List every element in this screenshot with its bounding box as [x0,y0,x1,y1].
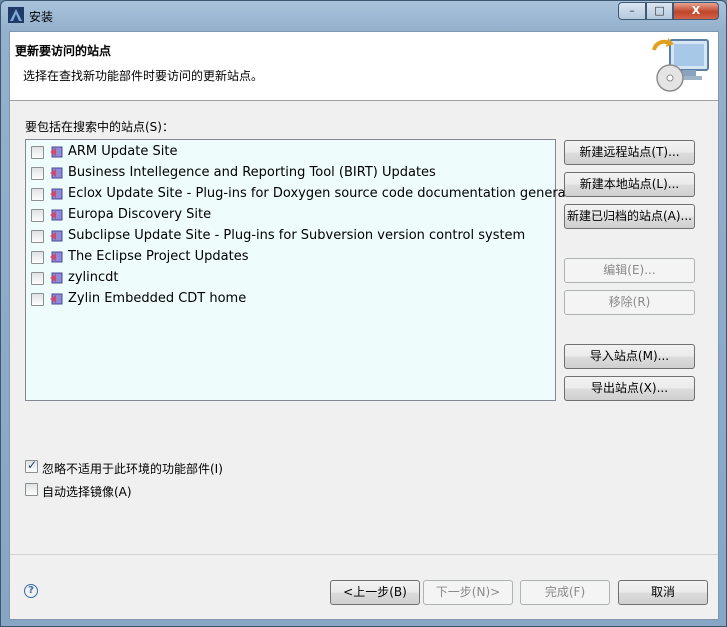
cancel-button[interactable]: 取消 [618,580,708,605]
site-row-zylin-embedded[interactable]: Zylin Embedded CDT home [31,290,551,308]
new-remote-site-button[interactable]: 新建远程站点(T)... [564,140,695,165]
site-name: zylincdt [68,270,119,285]
site-row-europa[interactable]: Europa Discovery Site [31,206,551,224]
site-name: Subclipse Update Site - Plug-ins for Sub… [68,228,526,243]
update-sites-list[interactable]: ARM Update Site Business Intellegence an… [25,139,584,401]
site-checkbox[interactable] [31,167,44,180]
close-button[interactable]: X [673,2,719,20]
site-checkbox[interactable] [31,188,44,201]
back-button[interactable]: <上一步(B) [330,580,420,605]
site-name: The Eclipse Project Updates [68,249,249,264]
site-name: Europa Discovery Site [68,207,212,222]
site-checkbox[interactable] [31,251,44,264]
ignore-features-label: 忽略不适用于此环境的功能部件(I) [42,462,223,476]
finish-button[interactable]: 完成(F) [520,580,610,605]
help-icon[interactable]: ? [24,584,38,598]
wizard-header: 更新要访问的站点 选择在查找新功能部件时要访问的更新站点。 [10,32,718,101]
page-title: 更新要访问的站点 [15,44,112,58]
update-site-icon [50,293,63,305]
install-wizard-graphic-icon [652,38,709,92]
site-name: Eclox Update Site - Plug-ins for Doxygen… [68,186,585,201]
site-row-zylincdt[interactable]: zylincdt [31,269,551,287]
update-site-icon [50,272,63,284]
update-site-icon [50,209,63,221]
window-title: 安装 [29,10,54,24]
eclipse-app-icon [8,7,24,23]
site-checkbox[interactable] [31,230,44,243]
sites-label: 要包括在搜索中的站点(S)： [25,120,174,134]
new-archived-site-button[interactable]: 新建已归档的站点(A)... [564,204,695,229]
remove-site-button[interactable]: 移除(R) [564,290,695,315]
site-row-birt[interactable]: Business Intellegence and Reporting Tool… [31,164,551,182]
ignore-features-checkbox[interactable] [25,458,38,473]
auto-mirror-label: 自动选择镜像(A) [42,485,132,499]
new-local-site-button[interactable]: 新建本地站点(L)... [564,172,695,197]
minimize-button[interactable]: – [618,2,646,20]
install-dialog-window: 安装 – □ X 更新要访问的站点 选择在查找新功能部件时要访问的更新站点。 要… [0,0,727,627]
next-button[interactable]: 下一步(N)> [423,580,513,605]
site-checkbox[interactable] [31,272,44,285]
footer-separator [10,554,718,555]
site-name: Business Intellegence and Reporting Tool… [68,165,436,180]
site-row-eclipse-project[interactable]: The Eclipse Project Updates [31,248,551,266]
site-row-arm[interactable]: ARM Update Site [31,143,551,161]
page-description: 选择在查找新功能部件时要访问的更新站点。 [23,69,264,83]
update-site-icon [50,167,63,179]
dialog-client-area: 更新要访问的站点 选择在查找新功能部件时要访问的更新站点。 要包括在搜索中的站点… [9,31,719,620]
maximize-button[interactable]: □ [646,2,673,20]
update-site-icon [50,251,63,263]
edit-site-button[interactable]: 编辑(E)... [564,258,695,283]
export-sites-button[interactable]: 导出站点(X)... [564,376,695,401]
update-site-icon [50,188,63,200]
site-row-subclipse[interactable]: Subclipse Update Site - Plug-ins for Sub… [31,227,551,245]
site-name: ARM Update Site [68,144,178,159]
update-site-icon [50,146,63,158]
site-checkbox[interactable] [31,146,44,159]
site-checkbox[interactable] [31,293,44,306]
site-name: Zylin Embedded CDT home [68,291,247,306]
update-site-icon [50,230,63,242]
title-bar[interactable]: 安装 – □ X [1,1,726,29]
import-sites-button[interactable]: 导入站点(M)... [564,344,695,369]
site-row-eclox[interactable]: Eclox Update Site - Plug-ins for Doxygen… [31,185,584,203]
auto-mirror-checkbox[interactable] [25,483,38,496]
site-checkbox[interactable] [31,209,44,222]
